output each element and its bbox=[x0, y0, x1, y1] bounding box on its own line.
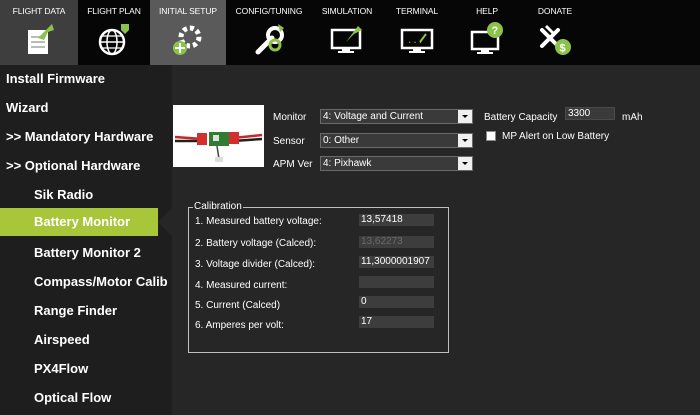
menu-simulation[interactable]: SIMULATION bbox=[312, 0, 382, 65]
wrench-icon bbox=[255, 24, 284, 55]
sensor-label: Sensor bbox=[273, 136, 305, 147]
sidebar-item-label: >> Optional Hardware bbox=[6, 158, 141, 173]
menu-initial-setup[interactable]: INITIAL SETUP bbox=[150, 0, 226, 65]
power-module-picture bbox=[174, 132, 263, 162]
menu-flight-plan[interactable]: FLIGHT PLAN bbox=[78, 0, 150, 65]
sidebar-item-range-finder[interactable]: Range Finder bbox=[0, 297, 172, 325]
chevron-down-icon[interactable] bbox=[458, 157, 472, 170]
sidebar-item-airspeed[interactable]: Airspeed bbox=[0, 326, 172, 354]
menu-label: INITIAL SETUP bbox=[159, 6, 217, 16]
sidebar-item-label: Compass/Motor Calib bbox=[34, 274, 168, 289]
chevron-down-icon[interactable] bbox=[458, 134, 472, 147]
voltage-divider-input[interactable]: 11,3000001907 bbox=[359, 256, 434, 268]
sidebar-item-label: PX4Flow bbox=[34, 361, 89, 376]
sidebar-item-px4flow[interactable]: PX4Flow bbox=[0, 355, 172, 383]
apm-version-label: APM Ver bbox=[273, 159, 313, 170]
menu-donate[interactable]: DONATE $ bbox=[522, 0, 588, 65]
sidebar-item-label: >> Mandatory Hardware bbox=[6, 129, 154, 144]
calibration-title: Calibration bbox=[193, 201, 243, 212]
calced-voltage-label: 2. Battery voltage (Calced): bbox=[195, 238, 317, 249]
help-icon: ? bbox=[470, 22, 503, 54]
low-battery-alert-checkbox[interactable] bbox=[486, 131, 496, 141]
monitor-select-value: 4: Voltage and Current bbox=[323, 111, 424, 122]
calced-voltage-value: 13,62273 bbox=[359, 236, 434, 248]
battery-capacity-input[interactable]: 3300 bbox=[565, 107, 615, 120]
sidebar-item-battery-monitor[interactable]: Battery Monitor bbox=[0, 208, 172, 236]
monitor-label: Monitor bbox=[273, 112, 307, 123]
monitor-select[interactable]: 4: Voltage and Current bbox=[320, 109, 473, 124]
apm-version-select[interactable]: 4: Pixhawk bbox=[320, 156, 473, 171]
voltage-divider-label: 3. Voltage divider (Calced): bbox=[195, 259, 316, 270]
sidebar-item-label: Wizard bbox=[6, 100, 49, 115]
donate-icon: $ bbox=[540, 24, 571, 55]
sidebar-item-label: Battery Monitor 2 bbox=[34, 245, 141, 260]
top-menu-bar: FLIGHT DATA FLIGHT PLAN INITIAL SETUP CO… bbox=[0, 0, 700, 65]
sidebar-item-compass-motor-calib[interactable]: Compass/Motor Calib bbox=[0, 268, 172, 296]
amperes-per-volt-input[interactable]: 17 bbox=[359, 316, 434, 328]
sidebar-item-label: Battery Monitor bbox=[34, 214, 131, 229]
setup-sidebar: Install Firmware Wizard >> Mandatory Har… bbox=[0, 65, 172, 415]
sensor-select-value: 0: Other bbox=[323, 135, 360, 146]
terminal-icon: ... bbox=[400, 28, 434, 53]
menu-label: HELP bbox=[476, 6, 498, 16]
calced-current-label: 5. Current (Calced) bbox=[195, 300, 281, 311]
simulation-icon bbox=[330, 26, 362, 53]
menu-label: DONATE bbox=[537, 6, 573, 16]
menu-flight-data[interactable]: FLIGHT DATA bbox=[0, 0, 78, 65]
menu-label: CONFIG/TUNING bbox=[235, 6, 303, 16]
measured-voltage-input[interactable]: 13,57418 bbox=[359, 214, 434, 226]
menu-label: FLIGHT PLAN bbox=[87, 6, 141, 16]
sidebar-item-label: Airspeed bbox=[34, 332, 90, 347]
sensor-select[interactable]: 0: Other bbox=[320, 133, 473, 148]
svg-text:$: $ bbox=[560, 43, 566, 55]
sidebar-item-battery-monitor-2[interactable]: Battery Monitor 2 bbox=[0, 239, 172, 267]
menu-label: TERMINAL bbox=[395, 6, 439, 16]
svg-text:?: ? bbox=[492, 25, 499, 37]
sidebar-item-optional-hardware[interactable]: >> Optional Hardware bbox=[0, 152, 172, 180]
chevron-down-icon[interactable] bbox=[458, 110, 472, 123]
menu-config-tuning[interactable]: CONFIG/TUNING bbox=[226, 0, 312, 65]
calced-current-value: 0 bbox=[359, 296, 434, 308]
sidebar-item-optical-flow[interactable]: Optical Flow bbox=[0, 384, 172, 412]
gear-setup-icon bbox=[173, 25, 202, 55]
sidebar-item-wizard[interactable]: Wizard bbox=[0, 94, 172, 122]
sidebar-item-install-firmware[interactable]: Install Firmware bbox=[0, 65, 172, 93]
sidebar-item-label: Optical Flow bbox=[34, 390, 112, 405]
selection-arrow bbox=[158, 208, 172, 236]
menu-terminal[interactable]: TERMINAL ... bbox=[382, 0, 452, 65]
apm-version-select-value: 4: Pixhawk bbox=[323, 158, 372, 169]
battery-capacity-label: Battery Capacity bbox=[484, 112, 558, 123]
globe-icon bbox=[98, 24, 129, 56]
menu-help[interactable]: HELP ? bbox=[452, 0, 522, 65]
low-battery-alert-label: MP Alert on Low Battery bbox=[502, 131, 610, 142]
sidebar-item-label: Install Firmware bbox=[6, 71, 105, 86]
menu-label: FLIGHT DATA bbox=[12, 6, 66, 16]
sidebar-item-label: Sik Radio bbox=[34, 187, 94, 202]
menu-label: SIMULATION bbox=[321, 6, 373, 16]
sidebar-item-sik-radio[interactable]: Sik Radio bbox=[0, 181, 172, 209]
capacity-unit-label: mAh bbox=[622, 112, 643, 123]
sidebar-item-mandatory-hardware[interactable]: >> Mandatory Hardware bbox=[0, 123, 172, 151]
sidebar-item-label: Range Finder bbox=[34, 303, 118, 318]
measured-current-label: 4. Measured current: bbox=[195, 280, 288, 291]
measured-current-input[interactable] bbox=[359, 276, 434, 288]
battery-module-image bbox=[173, 105, 264, 167]
flight-data-icon bbox=[28, 24, 54, 54]
amperes-per-volt-label: 6. Amperes per volt: bbox=[195, 320, 284, 331]
measured-voltage-label: 1. Measured battery voltage: bbox=[195, 216, 322, 227]
